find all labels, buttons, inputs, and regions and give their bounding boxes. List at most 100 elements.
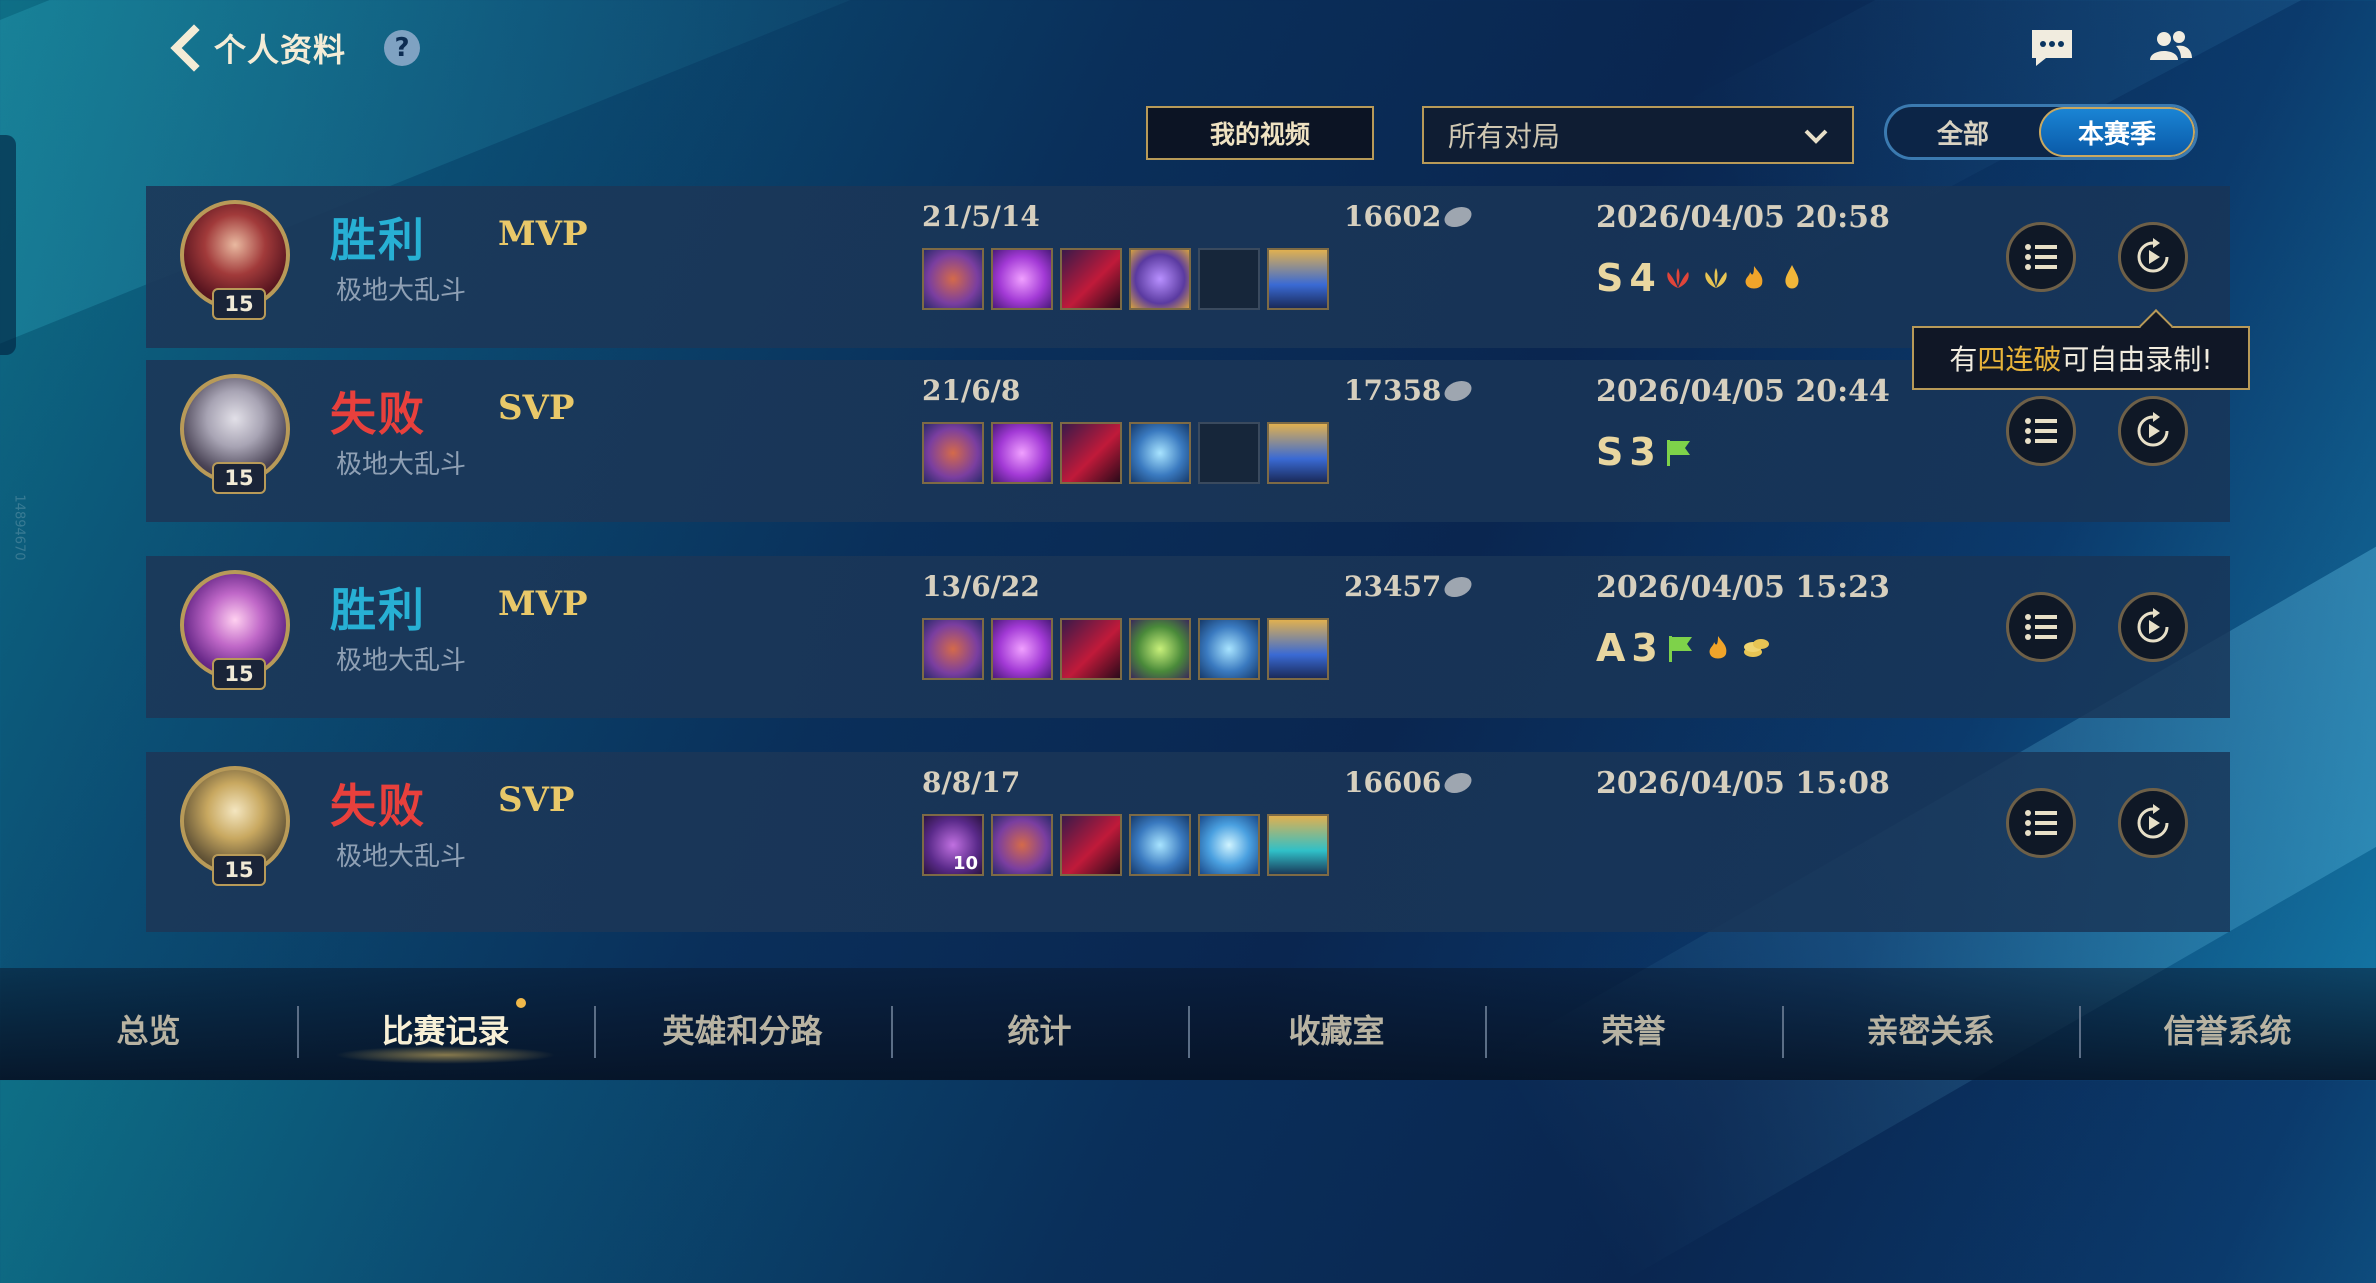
side-id-text: 14894670 — [11, 494, 27, 561]
kda: 21/5/14 — [922, 200, 1040, 233]
item-icon — [1060, 248, 1122, 310]
match-date: 2026/04/05 20:44 — [1596, 374, 1890, 409]
replay-icon — [2137, 238, 2169, 273]
match-result: 胜利 — [330, 583, 426, 637]
gold-value: 23457 — [1344, 570, 1442, 603]
item-icon — [991, 248, 1053, 310]
champion-level: 15 — [212, 462, 266, 494]
grade: S — [1596, 430, 1624, 474]
item-icon — [1267, 248, 1329, 310]
tab-match-history[interactable]: 比赛记录 — [297, 1006, 594, 1064]
grade: A — [1596, 626, 1626, 670]
kda: 13/6/22 — [922, 570, 1040, 603]
champion-level: 15 — [212, 288, 266, 320]
tab-intimacy[interactable]: 亲密关系 — [1782, 1006, 2079, 1052]
item-icon — [991, 814, 1053, 876]
match-date: 2026/04/05 20:58 — [1596, 200, 1890, 235]
gold-earned: 16606 — [1344, 766, 1476, 799]
match-filter-select[interactable]: 所有对局 — [1422, 106, 1854, 164]
my-videos-button[interactable]: 我的视频 — [1146, 106, 1374, 160]
toggle-all[interactable]: 全部 — [1887, 107, 2039, 157]
champion-level: 15 — [212, 658, 266, 690]
gold-coin-icon — [1441, 576, 1476, 597]
item-icon — [991, 618, 1053, 680]
side-handle[interactable] — [0, 135, 16, 355]
kda: 8/8/17 — [922, 766, 1021, 799]
item-icon — [1267, 618, 1329, 680]
kda: 21/6/8 — [922, 374, 1021, 407]
tab-honor[interactable]: 荣誉 — [1485, 1006, 1782, 1052]
item-icon — [1267, 814, 1329, 876]
match-result: 失败 — [330, 387, 426, 441]
grade-number: 4 — [1629, 256, 1656, 300]
game-mode: 极地大乱斗 — [336, 276, 467, 306]
replay-icon — [2137, 804, 2169, 839]
item-slots — [922, 618, 1329, 680]
performance-badge: SVP — [498, 388, 575, 428]
fire-icon — [1745, 266, 1763, 289]
item-slots — [922, 248, 1329, 310]
replay-button[interactable] — [2118, 396, 2188, 466]
gold-value: 16602 — [1344, 200, 1442, 233]
friends-icon[interactable] — [2146, 26, 2194, 70]
toggle-current-season[interactable]: 本赛季 — [2039, 107, 2195, 157]
match-row[interactable]: 15 胜利 MVP 极地大乱斗 21/5/14 16602 2026/04/05… — [146, 186, 2230, 348]
grade-row: S 4 — [1596, 256, 1808, 300]
notification-dot — [516, 998, 526, 1008]
grade-number: 3 — [1631, 626, 1658, 670]
item-icon — [1060, 422, 1122, 484]
item-slots: 10 — [922, 814, 1329, 876]
chevron-left-icon — [170, 24, 200, 72]
grade: S — [1596, 256, 1624, 300]
season-toggle[interactable]: 全部 本赛季 — [1884, 104, 2198, 160]
item-icon — [922, 618, 984, 680]
chat-icon[interactable] — [2028, 26, 2076, 70]
tab-stats[interactable]: 统计 — [891, 1006, 1188, 1052]
match-details-button[interactable] — [2006, 396, 2076, 466]
help-icon[interactable]: ? — [384, 30, 420, 66]
gold-earned: 17358 — [1344, 374, 1476, 407]
game-mode: 极地大乱斗 — [336, 450, 467, 480]
record-tooltip: 有四连破 可自由录制! — [1912, 326, 2250, 390]
tab-credit-system[interactable]: 信誉系统 — [2079, 1006, 2376, 1052]
item-slot-empty — [1198, 248, 1260, 310]
flag-icon — [1666, 440, 1690, 466]
match-row[interactable]: 15 失败 SVP 极地大乱斗 8/8/17 16606 10 2026/04/… — [146, 752, 2230, 932]
item-icon — [1198, 618, 1260, 680]
coins-icon — [1743, 639, 1769, 657]
item-count: 10 — [952, 853, 978, 874]
replay-icon — [2137, 412, 2169, 447]
item-icon — [1129, 248, 1191, 310]
gold-value: 17358 — [1344, 374, 1442, 407]
grade-row: A 3 — [1596, 626, 1772, 670]
performance-badge: SVP — [498, 780, 575, 820]
replay-button[interactable] — [2118, 788, 2188, 858]
item-slots — [922, 422, 1329, 484]
page-title: 个人资料 — [214, 31, 347, 69]
gold-earned: 16602 — [1344, 200, 1476, 233]
match-details-button[interactable] — [2006, 592, 2076, 662]
performance-badge: MVP — [498, 214, 588, 254]
gold-coin-icon — [1441, 206, 1476, 227]
match-result: 失败 — [330, 779, 426, 833]
chevron-down-icon — [1804, 129, 1828, 144]
match-row[interactable]: 15 胜利 MVP 极地大乱斗 13/6/22 23457 2026/04/05… — [146, 556, 2230, 718]
back-button[interactable]: 个人资料 — [168, 24, 346, 72]
champion-level: 15 — [212, 854, 266, 886]
tab-overview[interactable]: 总览 — [0, 1006, 297, 1052]
item-icon — [1267, 422, 1329, 484]
item-icon: 10 — [922, 814, 984, 876]
list-icon — [2025, 810, 2057, 836]
tab-champions-roles[interactable]: 英雄和分路 — [594, 1006, 891, 1052]
item-icon — [1129, 422, 1191, 484]
list-icon — [2025, 244, 2057, 270]
item-slot-empty — [1198, 422, 1260, 484]
replay-button[interactable] — [2118, 592, 2188, 662]
game-mode: 极地大乱斗 — [336, 646, 467, 676]
flame-icon — [1785, 265, 1799, 289]
match-details-button[interactable] — [2006, 788, 2076, 858]
list-icon — [2025, 614, 2057, 640]
replay-button[interactable] — [2118, 222, 2188, 292]
tab-collection[interactable]: 收藏室 — [1188, 1006, 1485, 1052]
match-details-button[interactable] — [2006, 222, 2076, 292]
